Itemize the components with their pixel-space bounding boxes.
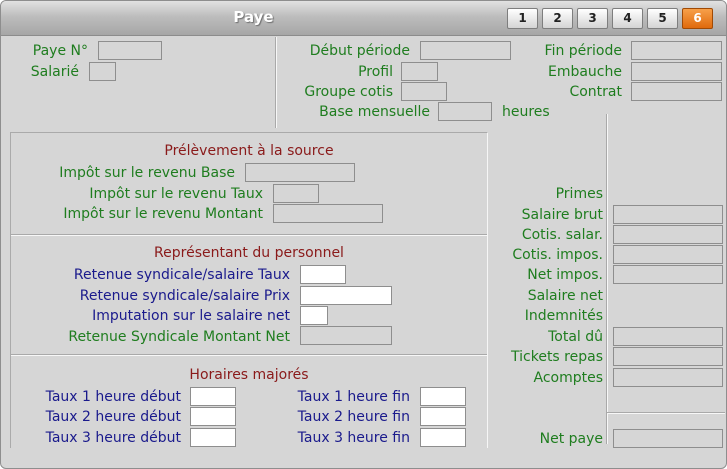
embauche-label: Embauche — [547, 64, 622, 80]
taux1-fin-input[interactable] — [420, 387, 466, 406]
salaire-net-label: Salaire net — [527, 288, 603, 304]
divider-pas — [11, 234, 487, 236]
taux1-fin-label: Taux 1 heure fin — [297, 389, 410, 405]
divider-net-paye — [607, 412, 725, 414]
tab-1[interactable]: 1 — [507, 8, 538, 29]
contrat-field[interactable] — [631, 82, 722, 101]
taux1-debut-label: Taux 1 heure début — [45, 389, 181, 405]
tab-5[interactable]: 5 — [647, 8, 678, 29]
representant-section-header: Représentant du personnel — [154, 245, 344, 261]
ir-base-label: Impôt sur le revenu Base — [59, 165, 235, 181]
total-du-field[interactable] — [613, 327, 723, 346]
ir-taux-label: Impôt sur le revenu Taux — [89, 186, 263, 202]
groupe-cotis-field[interactable] — [401, 82, 447, 101]
cotis-salar-label: Cotis. salar. — [521, 227, 603, 243]
title-bar: Paye 1 2 3 4 5 6 — [1, 1, 726, 36]
tab-4[interactable]: 4 — [612, 8, 643, 29]
cotis-impos-field[interactable] — [613, 245, 723, 264]
divider-right-column — [606, 114, 608, 444]
ir-montant-field[interactable] — [273, 204, 383, 223]
tickets-repas-field[interactable] — [613, 347, 723, 366]
salaire-brut-field[interactable] — [613, 205, 723, 224]
primes-label: Primes — [555, 186, 603, 202]
ir-base-field[interactable] — [245, 163, 355, 182]
imputation-label: Imputation sur le salaire net — [92, 308, 290, 324]
ir-taux-field[interactable] — [273, 184, 319, 203]
taux3-fin-input[interactable] — [420, 428, 466, 447]
net-paye-field[interactable] — [613, 429, 723, 448]
taux1-debut-input[interactable] — [190, 387, 236, 406]
indemnites-label: Indemnités — [524, 308, 603, 324]
base-mensuelle-label: Base mensuelle — [319, 104, 430, 120]
taux3-fin-label: Taux 3 heure fin — [297, 430, 410, 446]
taux2-fin-label: Taux 2 heure fin — [297, 409, 410, 425]
divider-top-left — [275, 37, 277, 128]
paye-window: Paye 1 2 3 4 5 6 Paye N° Salarié Début p… — [0, 0, 727, 469]
taux2-debut-label: Taux 2 heure début — [45, 409, 181, 425]
paye-no-label: Paye N° — [32, 43, 88, 59]
salarie-label: Salarié — [30, 64, 79, 80]
ir-montant-label: Impôt sur le revenu Montant — [63, 206, 263, 222]
profil-field[interactable] — [401, 62, 438, 81]
taux2-debut-input[interactable] — [190, 407, 236, 426]
debut-periode-label: Début période — [309, 43, 410, 59]
divider-representant — [11, 354, 487, 356]
acomptes-label: Acomptes — [533, 370, 603, 386]
total-du-label: Total dû — [548, 329, 603, 345]
retenue-prix-input[interactable] — [300, 286, 392, 305]
tab-6[interactable]: 6 — [682, 8, 713, 29]
debut-periode-field[interactable] — [420, 41, 511, 60]
paye-no-field[interactable] — [98, 41, 162, 60]
salaire-brut-label: Salaire brut — [521, 207, 603, 223]
cotis-impos-label: Cotis. impos. — [512, 247, 603, 263]
tickets-repas-label: Tickets repas — [511, 349, 603, 365]
groupe-cotis-label: Groupe cotis — [304, 84, 393, 100]
fin-periode-label: Fin période — [544, 43, 622, 59]
imputation-input[interactable] — [300, 306, 328, 325]
salarie-field[interactable] — [89, 62, 116, 81]
horaires-section-header: Horaires majorés — [189, 367, 309, 383]
retenue-prix-label: Retenue syndicale/salaire Prix — [79, 288, 290, 304]
embauche-field[interactable] — [631, 62, 722, 81]
retenue-montant-net-field[interactable] — [300, 326, 392, 345]
tab-2[interactable]: 2 — [542, 8, 573, 29]
heures-unit-label: heures — [502, 104, 550, 120]
taux3-debut-label: Taux 3 heure début — [45, 430, 181, 446]
contrat-label: Contrat — [569, 84, 622, 100]
fin-periode-field[interactable] — [631, 41, 722, 60]
acomptes-field[interactable] — [613, 368, 723, 387]
profil-label: Profil — [358, 64, 393, 80]
net-paye-label: Net paye — [539, 431, 603, 447]
net-impos-field[interactable] — [613, 265, 723, 284]
tab-3[interactable]: 3 — [577, 8, 608, 29]
net-impos-label: Net impos. — [527, 267, 603, 283]
base-mensuelle-field[interactable] — [438, 102, 492, 121]
taux3-debut-input[interactable] — [190, 428, 236, 447]
taux2-fin-input[interactable] — [420, 407, 466, 426]
pas-section-header: Prélèvement à la source — [164, 143, 334, 159]
window-title: Paye — [233, 8, 274, 26]
retenue-taux-label: Retenue syndicale/salaire Taux — [73, 267, 290, 283]
retenue-taux-input[interactable] — [300, 265, 346, 284]
cotis-salar-field[interactable] — [613, 225, 723, 244]
retenue-montant-net-label: Retenue Syndicale Montant Net — [68, 329, 290, 345]
